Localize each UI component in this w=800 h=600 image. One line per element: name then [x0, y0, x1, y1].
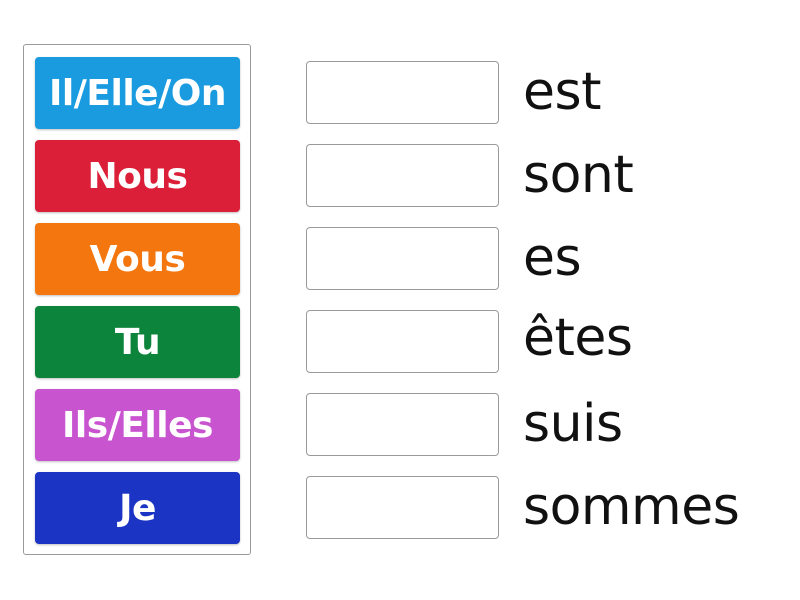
drop-slot-sont[interactable]: [306, 144, 499, 207]
target-word: sont: [523, 145, 634, 205]
target-word: es: [523, 228, 582, 288]
tile-je[interactable]: Je: [35, 472, 240, 544]
tile-nous[interactable]: Nous: [35, 140, 240, 212]
target-word: suis: [523, 394, 623, 454]
target-word: sommes: [523, 477, 740, 537]
drop-slot-est[interactable]: [306, 61, 499, 124]
target-word: êtes: [523, 308, 633, 368]
tile-vous[interactable]: Vous: [35, 223, 240, 295]
tile-il-elle-on[interactable]: Il/Elle/On: [35, 57, 240, 129]
target-word: est: [523, 62, 601, 122]
drop-slot-sommes[interactable]: [306, 476, 499, 539]
drop-slot-es[interactable]: [306, 227, 499, 290]
tile-ils-elles[interactable]: Ils/Elles: [35, 389, 240, 461]
drop-slot-etes[interactable]: [306, 310, 499, 373]
tile-tu[interactable]: Tu: [35, 306, 240, 378]
drop-slot-suis[interactable]: [306, 393, 499, 456]
